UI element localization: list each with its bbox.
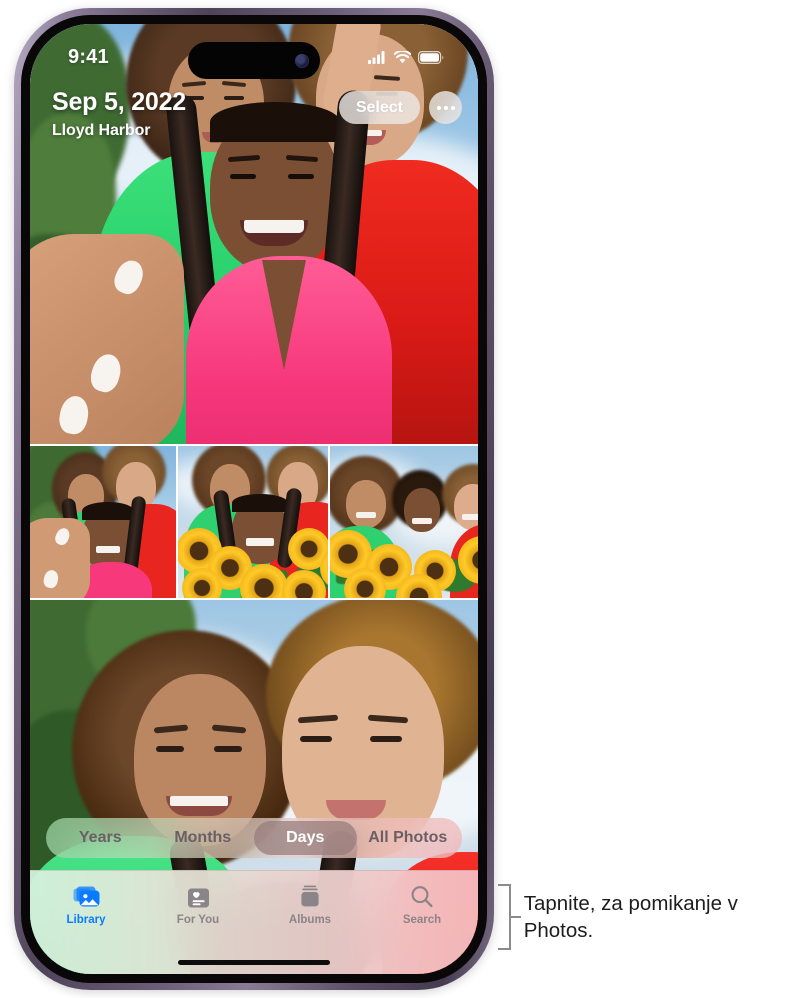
ellipsis-dot — [443, 105, 448, 110]
phone-bezel: 9:41 Sep 5, 2022 Lloyd Harbor Select Yea… — [21, 15, 487, 983]
photo-thumbnail-park-selfie[interactable] — [30, 446, 177, 598]
photo-thumbnail-hero[interactable] — [30, 24, 478, 444]
tab-library[interactable]: Library — [30, 883, 142, 926]
for-you-card-icon — [187, 883, 210, 909]
segment-days[interactable]: Days — [254, 821, 357, 855]
photo-thumbnail-sunflowers-right[interactable] — [330, 446, 478, 598]
bracket-tick-top — [498, 884, 511, 886]
photos-header: Sep 5, 2022 Lloyd Harbor Select — [30, 88, 478, 140]
select-button[interactable]: Select — [338, 91, 420, 124]
iphone-device-frame: 9:41 Sep 5, 2022 Lloyd Harbor Select Yea… — [14, 8, 494, 990]
ellipsis-dot — [450, 105, 455, 110]
tab-albums[interactable]: Albums — [254, 883, 366, 926]
home-indicator[interactable] — [178, 960, 330, 965]
callout-text: Tapnite, za pomikanje v Photos. — [523, 891, 738, 942]
search-magnifier-icon — [410, 883, 434, 909]
bracket-tick-middle — [509, 916, 521, 918]
bracket-tick-bottom — [498, 948, 511, 950]
photo-thumbnail-sunflowers-center[interactable] — [178, 446, 328, 598]
dynamic-island — [188, 42, 320, 79]
callout-bracket-icon — [498, 884, 521, 950]
tab-for-you[interactable]: For You — [142, 883, 254, 926]
tab-label-search: Search — [402, 914, 442, 926]
page-title: Sep 5, 2022 — [52, 88, 187, 116]
ellipsis-dot — [436, 105, 441, 110]
more-options-button[interactable] — [429, 91, 462, 124]
segment-years[interactable]: Years — [49, 821, 152, 855]
screenshot-root: 9:41 Sep 5, 2022 Lloyd Harbor Select Yea… — [0, 0, 809, 998]
segment-months[interactable]: Months — [152, 821, 255, 855]
tab-label-library: Library — [66, 914, 106, 926]
timeline-segmented-control: Years Months Days All Photos — [46, 818, 462, 858]
front-camera-icon — [295, 53, 309, 68]
tab-bar: Library For You Albums Search — [30, 870, 478, 974]
tab-label-for-you: For You — [176, 914, 220, 926]
tab-search[interactable]: Search — [366, 883, 478, 926]
tab-label-albums: Albums — [288, 914, 332, 926]
header-titles: Sep 5, 2022 Lloyd Harbor — [52, 88, 186, 140]
header-actions: Select — [338, 91, 462, 124]
header-location: Lloyd Harbor — [52, 122, 151, 139]
photo-stack-icon — [73, 883, 100, 909]
segment-all-photos[interactable]: All Photos — [357, 821, 460, 855]
phone-screen: 9:41 Sep 5, 2022 Lloyd Harbor Select Yea… — [30, 24, 478, 974]
albums-stack-icon — [298, 883, 322, 909]
callout-annotation: Tapnite, za pomikanje v Photos. — [498, 884, 809, 950]
